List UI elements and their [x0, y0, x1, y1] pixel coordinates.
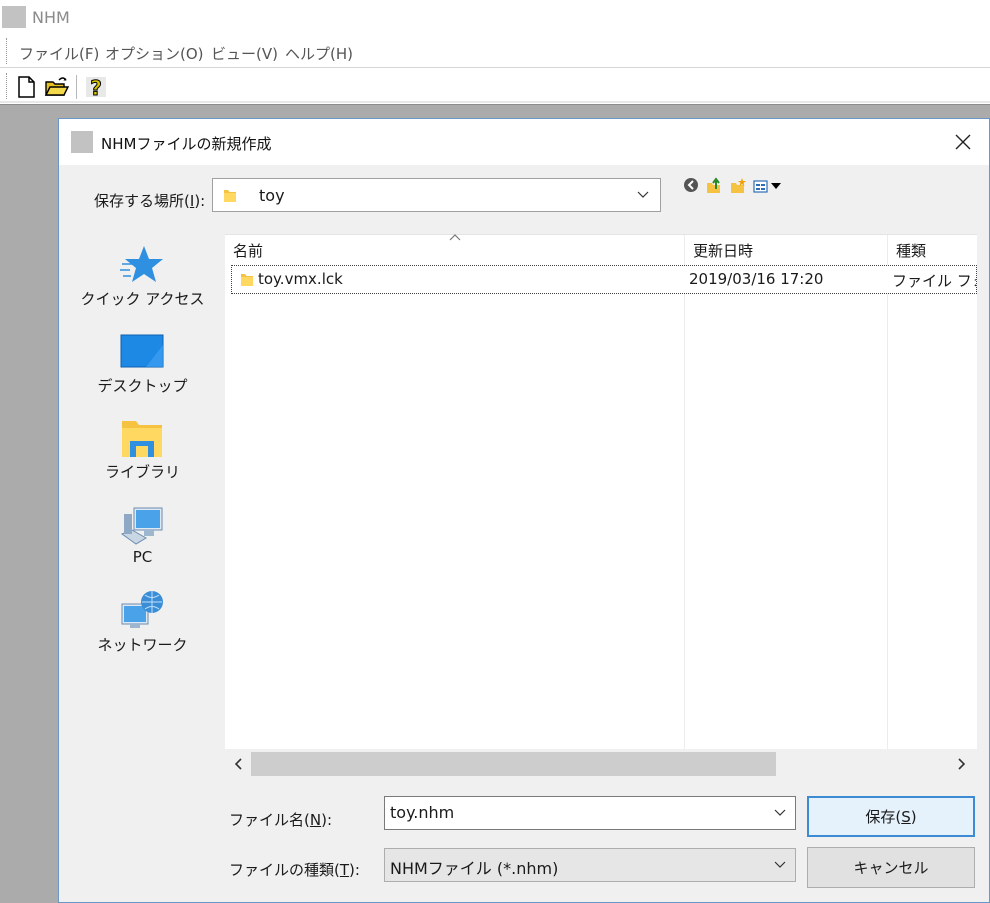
filename-label: ファイル名(N):: [229, 811, 333, 829]
folder-icon: [224, 190, 236, 202]
view-menu-icon[interactable]: [753, 177, 787, 195]
place-label: ライブラリ: [104, 463, 180, 481]
place-desktop[interactable]: デスクトップ: [70, 331, 215, 411]
column-header-label: 名前: [233, 242, 264, 260]
pc-icon: [120, 507, 163, 545]
close-button[interactable]: [941, 123, 985, 161]
column-header-modified[interactable]: 更新日時: [685, 235, 888, 265]
up-folder-icon[interactable]: [705, 177, 723, 195]
filename-input[interactable]: toy.nhm: [384, 796, 796, 830]
folder-icon: [241, 274, 253, 286]
new-nhm-file-dialog: NHMファイルの新規作成 保存する場所(I): toy クイック アクセス デス…: [58, 118, 990, 903]
filetype-value: NHMファイル (*.nhm): [390, 859, 559, 878]
back-icon[interactable]: [683, 177, 701, 195]
menubar-grip: [6, 38, 7, 64]
place-label: クイック アクセス: [80, 290, 205, 308]
horizontal-scrollbar[interactable]: [225, 749, 977, 779]
menu-help[interactable]: ヘルプ(H): [285, 43, 353, 64]
file-list[interactable]: 名前 更新日時 種類 toy.vmx.lck 2019/03/16 17:20 …: [225, 234, 977, 750]
menu-file[interactable]: ファイル(F): [19, 43, 99, 64]
app-title: NHM: [32, 8, 70, 27]
app-icon: [2, 6, 26, 28]
save-location-value: toy: [259, 186, 285, 205]
desktop-icon: [120, 334, 164, 368]
dialog-title: NHMファイルの新規作成: [101, 135, 272, 153]
column-divider[interactable]: [684, 235, 685, 750]
scroll-left-icon[interactable]: [228, 754, 248, 774]
place-network[interactable]: ネットワーク: [70, 590, 215, 670]
save-location-label: 保存する場所(I):: [94, 192, 206, 210]
chevron-down-icon[interactable]: [765, 797, 795, 829]
scrollbar-thumb[interactable]: [251, 752, 776, 776]
cancel-button[interactable]: キャンセル: [807, 847, 975, 888]
column-header-label: 種類: [896, 242, 927, 260]
svg-text:?: ?: [90, 76, 102, 99]
place-label: ネットワーク: [97, 636, 188, 654]
open-folder-icon[interactable]: [44, 75, 70, 99]
menu-options[interactable]: オプション(O): [105, 43, 204, 64]
help-icon[interactable]: ?: [84, 75, 108, 101]
quick-access-star-icon: [120, 246, 163, 282]
column-header-name[interactable]: 名前: [225, 234, 685, 265]
file-type-cell: ファイル フォルダー: [892, 272, 976, 290]
new-file-icon[interactable]: [14, 75, 38, 99]
column-header-type[interactable]: 種類: [888, 235, 977, 265]
toolbar: ?: [0, 69, 990, 103]
scroll-right-icon[interactable]: [952, 754, 972, 774]
library-icon: [122, 421, 162, 457]
new-folder-icon[interactable]: [729, 177, 747, 195]
app-titlebar: NHM: [0, 0, 990, 34]
filetype-select[interactable]: NHMファイル (*.nhm): [384, 848, 796, 882]
toolbar-separator: [76, 75, 77, 99]
places-bar: クイック アクセス デスクトップ ライブラリ PC ネットワーク: [70, 234, 215, 875]
menubar: ファイル(F) オプション(O) ビュー(V) ヘルプ(H): [0, 34, 990, 68]
chevron-down-icon[interactable]: [765, 849, 795, 881]
place-label: デスクトップ: [97, 377, 188, 395]
place-quick-access[interactable]: クイック アクセス: [70, 244, 215, 324]
chevron-down-icon[interactable]: [628, 179, 658, 211]
close-icon: [955, 134, 971, 150]
toolbar-grip: [6, 73, 7, 99]
save-location-combo[interactable]: toy: [212, 178, 661, 212]
place-library[interactable]: ライブラリ: [70, 417, 215, 497]
save-button[interactable]: 保存(S): [807, 796, 975, 837]
file-name-cell: toy.vmx.lck: [258, 270, 343, 288]
table-row[interactable]: toy.vmx.lck 2019/03/16 17:20 ファイル フォルダー: [231, 265, 977, 294]
file-modified-cell: 2019/03/16 17:20: [689, 270, 824, 288]
column-header-label: 更新日時: [693, 242, 754, 260]
filetype-label: ファイルの種類(T):: [229, 861, 360, 879]
place-pc[interactable]: PC: [70, 504, 215, 584]
column-divider[interactable]: [887, 235, 888, 750]
place-label: PC: [132, 548, 153, 566]
dialog-icon: [71, 131, 93, 153]
sort-up-icon: [449, 234, 461, 241]
filename-value: toy.nhm: [390, 803, 455, 822]
menu-view[interactable]: ビュー(V): [211, 43, 278, 64]
dialog-titlebar: NHMファイルの新規作成: [59, 119, 989, 165]
network-icon: [121, 591, 163, 628]
